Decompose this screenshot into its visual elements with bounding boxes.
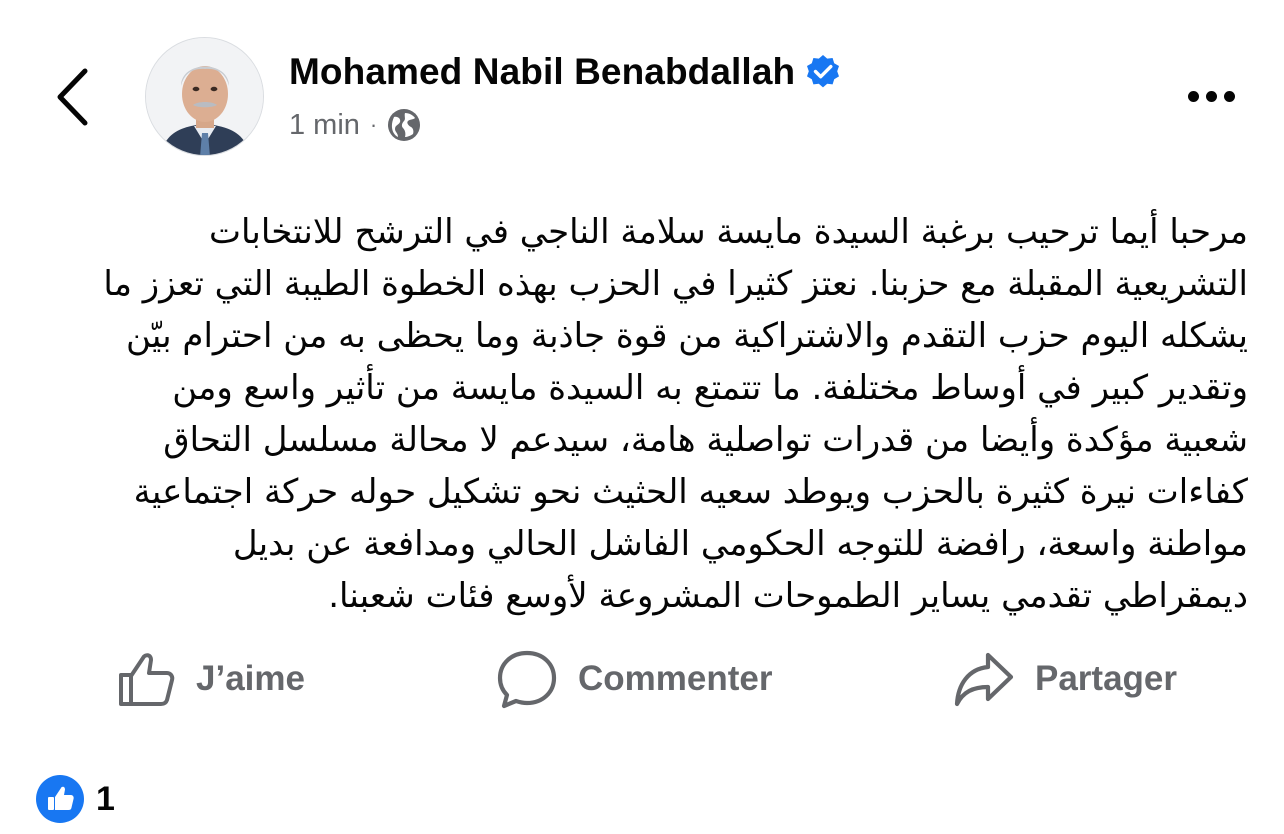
post-body: مرحبا أيما ترحيب برغبة السيدة مايسة سلام… xyxy=(40,206,1248,622)
comment-button[interactable]: Commenter xyxy=(496,644,772,714)
comment-bubble-icon xyxy=(497,650,557,709)
post-text-line: مواطنة واسعة، رافضة للتوجه الحكومي الفاش… xyxy=(232,524,1248,564)
verified-badge-icon xyxy=(805,54,841,90)
post-timestamp[interactable]: 1 min xyxy=(289,109,360,142)
share-arrow-icon xyxy=(954,652,1014,707)
post-text-line: التشريعية المقبلة مع حزبنا. نعتز كثيرا ف… xyxy=(103,264,1248,304)
post-text-line: يشكله اليوم حزب التقدم والاشتراكية من قو… xyxy=(126,316,1248,356)
author-name[interactable]: Mohamed Nabil Benabdallah xyxy=(289,51,795,93)
like-label: J’aime xyxy=(196,659,305,698)
more-options-button[interactable] xyxy=(1176,78,1246,114)
profile-photo xyxy=(146,38,263,155)
more-horizontal-icon-dot xyxy=(1223,90,1235,102)
like-reaction-icon xyxy=(36,775,84,823)
more-horizontal-icon xyxy=(1187,90,1199,102)
thumbs-up-icon xyxy=(119,653,175,706)
meta-separator: · xyxy=(369,112,378,137)
post-text-line: شعبية مؤكدة وأيضا من قدرات تواصلية هامة،… xyxy=(163,420,1248,460)
post-text-line: مرحبا أيما ترحيب برغبة السيدة مايسة سلام… xyxy=(209,212,1248,252)
author-row: Mohamed Nabil Benabdallah xyxy=(289,48,841,96)
post-meta: 1 min · xyxy=(289,104,421,146)
chevron-left-icon xyxy=(57,68,88,126)
reaction-count: 1 xyxy=(96,779,115,818)
post-text-line: ديمقراطي تقدمي يساير الطموحات المشروعة ل… xyxy=(328,576,1248,616)
avatar[interactable] xyxy=(145,37,264,156)
back-button[interactable] xyxy=(44,62,100,132)
reactions-summary[interactable]: 1 xyxy=(36,775,115,823)
comment-label: Commenter xyxy=(578,659,773,698)
share-label: Partager xyxy=(1035,659,1178,698)
like-button[interactable]: J’aime xyxy=(116,644,305,714)
post-page: Mohamed Nabil Benabdallah 1 min · مرحبا … xyxy=(0,0,1284,834)
post-text-line: كفاءات نيرة كثيرة بالحزب ويوطد سعيه الحث… xyxy=(133,472,1248,512)
more-horizontal-icon-dot xyxy=(1205,90,1217,102)
share-button[interactable]: Partager xyxy=(953,644,1177,714)
post-text-line: وتقدير كبير في أوساط مختلفة. ما تتمتع به… xyxy=(172,368,1248,408)
globe-icon[interactable] xyxy=(387,108,421,142)
